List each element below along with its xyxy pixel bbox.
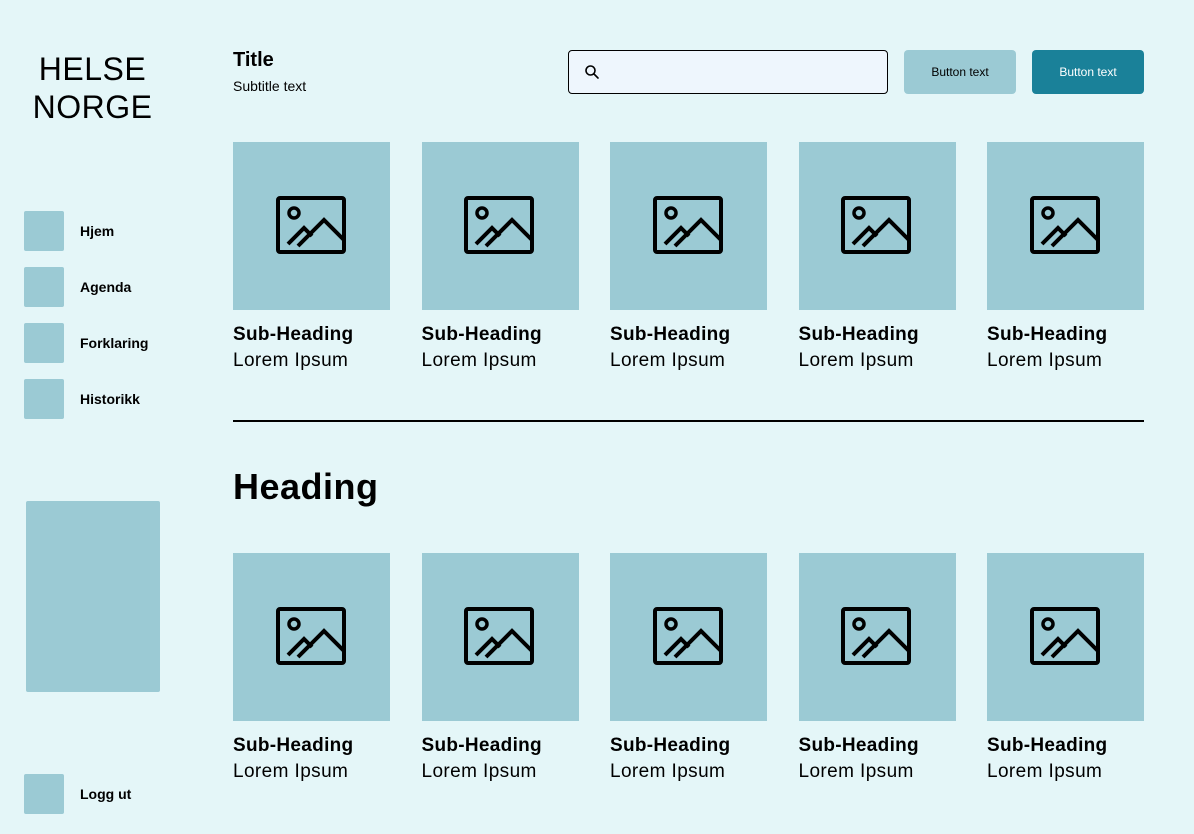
card-row-1: Sub-Heading Lorem Ipsum Sub-Heading Lore… — [233, 142, 1144, 372]
card-sub-heading: Sub-Heading — [233, 735, 354, 756]
image-placeholder-icon — [464, 196, 534, 254]
card-row-2: Sub-Heading Lorem Ipsum Sub-Heading Lore… — [233, 553, 1144, 783]
card-image — [233, 553, 390, 721]
image-placeholder-icon — [1029, 607, 1100, 665]
card-text: Lorem Ipsum — [987, 350, 1103, 371]
card-image — [987, 142, 1144, 310]
card-text: Lorem Ipsum — [421, 350, 537, 371]
card[interactable]: Sub-Heading Lorem Ipsum — [421, 142, 579, 372]
card[interactable]: Sub-Heading Lorem Ipsum — [610, 142, 767, 372]
sidebar-item-agenda[interactable]: Agenda — [24, 267, 194, 307]
sidebar-item-icon — [24, 323, 64, 363]
sidebar-item-icon — [24, 267, 64, 307]
card-sub-heading: Sub-Heading — [798, 735, 919, 756]
card-sub-heading: Sub-Heading — [233, 324, 354, 345]
card-image — [987, 553, 1144, 721]
card-image — [421, 142, 579, 310]
card-image — [233, 142, 390, 310]
logout-label: Logg ut — [80, 786, 132, 802]
logout-button[interactable]: Logg ut — [24, 774, 194, 814]
sidebar-panel — [26, 501, 160, 692]
card-text: Lorem Ipsum — [610, 761, 726, 782]
section-divider — [233, 420, 1144, 422]
card-sub-heading: Sub-Heading — [798, 324, 919, 345]
card-text: Lorem Ipsum — [421, 761, 537, 782]
sidebar-item-icon — [24, 211, 64, 251]
sidebar-item-historikk[interactable]: Historikk — [24, 379, 194, 419]
search-input[interactable] — [608, 50, 887, 94]
image-placeholder-icon — [652, 607, 723, 665]
card[interactable]: Sub-Heading Lorem Ipsum — [798, 142, 956, 372]
search-icon — [585, 65, 599, 79]
card-text: Lorem Ipsum — [610, 350, 726, 371]
image-placeholder-icon — [1029, 196, 1100, 254]
sidebar-item-label: Agenda — [80, 279, 132, 295]
card[interactable]: Sub-Heading Lorem Ipsum — [987, 142, 1144, 372]
logout-icon — [24, 774, 64, 814]
card-sub-heading: Sub-Heading — [987, 324, 1108, 345]
sidebar-item-label: Hjem — [80, 223, 115, 239]
card-sub-heading: Sub-Heading — [421, 735, 542, 756]
section-heading: Heading — [233, 466, 379, 507]
sidebar-item-hjem[interactable]: Hjem — [24, 211, 194, 251]
sidebar-item-label: Forklaring — [80, 335, 149, 351]
card-text: Lorem Ipsum — [233, 350, 349, 371]
logo-line-1: HELSE — [38, 51, 147, 87]
secondary-button[interactable]: Button text — [904, 50, 1016, 94]
image-placeholder-icon — [652, 196, 723, 254]
card-sub-heading: Sub-Heading — [421, 324, 542, 345]
primary-button[interactable]: Button text — [1032, 50, 1144, 94]
search-bar[interactable] — [568, 50, 888, 94]
sidebar-item-icon — [24, 379, 64, 419]
card-sub-heading: Sub-Heading — [987, 735, 1108, 756]
logo-line-2: NORGE — [32, 89, 153, 125]
logo: HELSE NORGE — [0, 50, 185, 126]
card-text: Lorem Ipsum — [798, 761, 914, 782]
card-image — [610, 553, 767, 721]
card[interactable]: Sub-Heading Lorem Ipsum — [610, 553, 767, 783]
card-sub-heading: Sub-Heading — [610, 735, 731, 756]
card-text: Lorem Ipsum — [987, 761, 1103, 782]
image-placeholder-icon — [275, 607, 346, 665]
image-placeholder-icon — [841, 196, 911, 254]
card[interactable]: Sub-Heading Lorem Ipsum — [421, 553, 579, 783]
page-title: Title — [233, 49, 274, 71]
card[interactable]: Sub-Heading Lorem Ipsum — [987, 553, 1144, 783]
card-image — [610, 142, 767, 310]
card-image — [421, 553, 579, 721]
card[interactable]: Sub-Heading Lorem Ipsum — [233, 142, 390, 372]
card-text: Lorem Ipsum — [233, 761, 349, 782]
image-placeholder-icon — [841, 607, 911, 665]
card[interactable]: Sub-Heading Lorem Ipsum — [798, 553, 956, 783]
card[interactable]: Sub-Heading Lorem Ipsum — [233, 553, 390, 783]
image-placeholder-icon — [464, 607, 534, 665]
card-image — [798, 553, 956, 721]
sidebar-item-forklaring[interactable]: Forklaring — [24, 323, 194, 363]
sidebar-item-label: Historikk — [80, 391, 140, 407]
card-text: Lorem Ipsum — [798, 350, 914, 371]
card-image — [798, 142, 956, 310]
card-sub-heading: Sub-Heading — [610, 324, 731, 345]
page-subtitle: Subtitle text — [233, 78, 307, 94]
image-placeholder-icon — [275, 196, 346, 254]
